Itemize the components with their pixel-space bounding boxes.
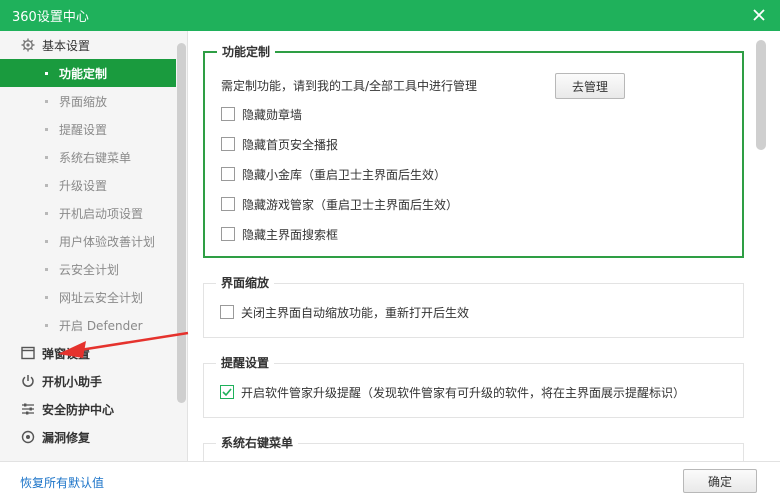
sidebar-section-basic[interactable]: 基本设置 [0, 31, 176, 59]
sidebar-item-label: 界面缩放 [59, 94, 108, 109]
checkbox[interactable] [221, 197, 235, 211]
sidebar-item-label: 升级设置 [59, 178, 108, 193]
sidebar-item-label: 开机启动项设置 [59, 206, 144, 221]
sidebar: 基本设置 功能定制 界面缩放 提醒设置 系统右键菜单 升级设置 开机启动项设置 … [0, 31, 188, 461]
option-label: 开启软件管家升级提醒（发现软件管家有可升级的软件，将在主界面展示提醒标识） [241, 385, 686, 400]
sidebar-section-label: 弹窗设置 [42, 346, 91, 361]
sidebar-section-vuln-fix[interactable]: 漏洞修复 [0, 423, 176, 451]
option-hide-broadcast[interactable]: 隐藏首页安全播报 [221, 134, 338, 154]
sidebar-section-popup[interactable]: 弹窗设置 [0, 339, 176, 367]
option-hide-game-manager[interactable]: 隐藏游戏管家（重启卫士主界面后生效） [221, 194, 458, 214]
content-scrollbar[interactable] [756, 40, 766, 150]
window-title: 360设置中心 [12, 10, 89, 25]
checkbox[interactable] [221, 137, 235, 151]
option-upgrade-reminder[interactable]: 开启软件管家升级提醒（发现软件管家有可升级的软件，将在主界面展示提醒标识） [220, 382, 685, 402]
sidebar-item-ui-zoom[interactable]: 界面缩放 [0, 87, 176, 115]
sidebar-list: 基本设置 功能定制 界面缩放 提醒设置 系统右键菜单 升级设置 开机启动项设置 … [0, 31, 176, 451]
option-disable-auto-zoom[interactable]: 关闭主界面自动缩放功能，重新打开后生效 [220, 302, 469, 322]
option-label: 隐藏小金库（重启卫士主界面后生效） [242, 167, 447, 182]
power-icon [20, 373, 36, 389]
sidebar-item-label: 开启 Defender [59, 318, 143, 333]
sidebar-item-label: 提醒设置 [59, 122, 108, 137]
sidebar-item-label: 网址云安全计划 [59, 290, 144, 305]
manage-button[interactable]: 去管理 [555, 73, 625, 99]
checkbox[interactable] [221, 167, 235, 181]
sidebar-section-label: 开机小助手 [42, 374, 103, 389]
group-func-custom: 功能定制 需定制功能，请到我的工具/全部工具中进行管理 去管理 隐藏勋章墙 隐藏… [203, 45, 744, 258]
settings-window: 360设置中心 基本设置 功能定制 界面缩放 提醒设置 系统右键菜单 升级设置 … [0, 0, 780, 500]
group-ui-zoom: 界面缩放 关闭主界面自动缩放功能，重新打开后生效 [203, 276, 744, 338]
option-label: 隐藏主界面搜索框 [242, 227, 339, 242]
sidebar-section-label: 安全防护中心 [42, 402, 115, 417]
sidebar-scrollbar[interactable] [177, 43, 186, 403]
footer-bar: 恢复所有默认值 确定 [0, 461, 780, 500]
sidebar-item-defender[interactable]: 开启 Defender [0, 311, 176, 339]
close-icon[interactable] [750, 6, 768, 24]
restore-defaults-link[interactable]: 恢复所有默认值 [20, 474, 104, 491]
option-hide-medal-wall[interactable]: 隐藏勋章墙 [221, 104, 302, 124]
window-icon [20, 345, 36, 361]
sidebar-item-label: 用户体验改善计划 [59, 234, 156, 249]
sidebar-item-label: 系统右键菜单 [59, 150, 132, 165]
sidebar-item-upgrade[interactable]: 升级设置 [0, 171, 176, 199]
option-hide-vault[interactable]: 隐藏小金库（重启卫士主界面后生效） [221, 164, 446, 184]
func-custom-desc-text: 需定制功能，请到我的工具/全部工具中进行管理 [221, 78, 478, 93]
checkbox-checked[interactable] [220, 385, 234, 399]
group-reminder: 提醒设置 开启软件管家升级提醒（发现软件管家有可升级的软件，将在主界面展示提醒标… [203, 356, 744, 418]
sidebar-section-protection[interactable]: 安全防护中心 [0, 395, 176, 423]
sidebar-item-startup[interactable]: 开机启动项设置 [0, 199, 176, 227]
checkbox[interactable] [220, 305, 234, 319]
sidebar-item-label: 云安全计划 [59, 262, 120, 277]
option-label: 隐藏勋章墙 [242, 107, 303, 122]
sidebar-item-cloud-security[interactable]: 云安全计划 [0, 255, 176, 283]
checkbox[interactable] [221, 227, 235, 241]
gear-icon [20, 37, 36, 53]
group-title: 界面缩放 [216, 276, 275, 290]
sliders-icon [20, 401, 36, 417]
checkbox[interactable] [221, 107, 235, 121]
patch-icon [20, 429, 36, 445]
option-hide-search-box[interactable]: 隐藏主界面搜索框 [221, 224, 338, 244]
func-custom-desc: 需定制功能，请到我的工具/全部工具中进行管理 [221, 75, 477, 95]
option-label: 隐藏游戏管家（重启卫士主界面后生效） [242, 197, 459, 212]
option-label: 关闭主界面自动缩放功能，重新打开后生效 [241, 305, 470, 320]
check-icon [222, 388, 232, 397]
sidebar-section-label: 漏洞修复 [42, 430, 91, 445]
group-title: 系统右键菜单 [216, 436, 299, 450]
ok-button[interactable]: 确定 [683, 469, 757, 493]
sidebar-item-ux-plan[interactable]: 用户体验改善计划 [0, 227, 176, 255]
sidebar-item-func-custom[interactable]: 功能定制 [0, 59, 176, 87]
sidebar-section-boot-helper[interactable]: 开机小助手 [0, 367, 176, 395]
group-title: 提醒设置 [216, 356, 275, 370]
option-label: 隐藏首页安全播报 [242, 137, 339, 152]
sidebar-section-label: 基本设置 [42, 38, 91, 53]
group-title: 功能定制 [217, 45, 276, 59]
sidebar-item-url-cloud[interactable]: 网址云安全计划 [0, 283, 176, 311]
sidebar-item-label: 功能定制 [59, 66, 108, 81]
sidebar-item-reminder[interactable]: 提醒设置 [0, 115, 176, 143]
title-bar: 360设置中心 [0, 0, 780, 31]
sidebar-item-context-menu[interactable]: 系统右键菜单 [0, 143, 176, 171]
